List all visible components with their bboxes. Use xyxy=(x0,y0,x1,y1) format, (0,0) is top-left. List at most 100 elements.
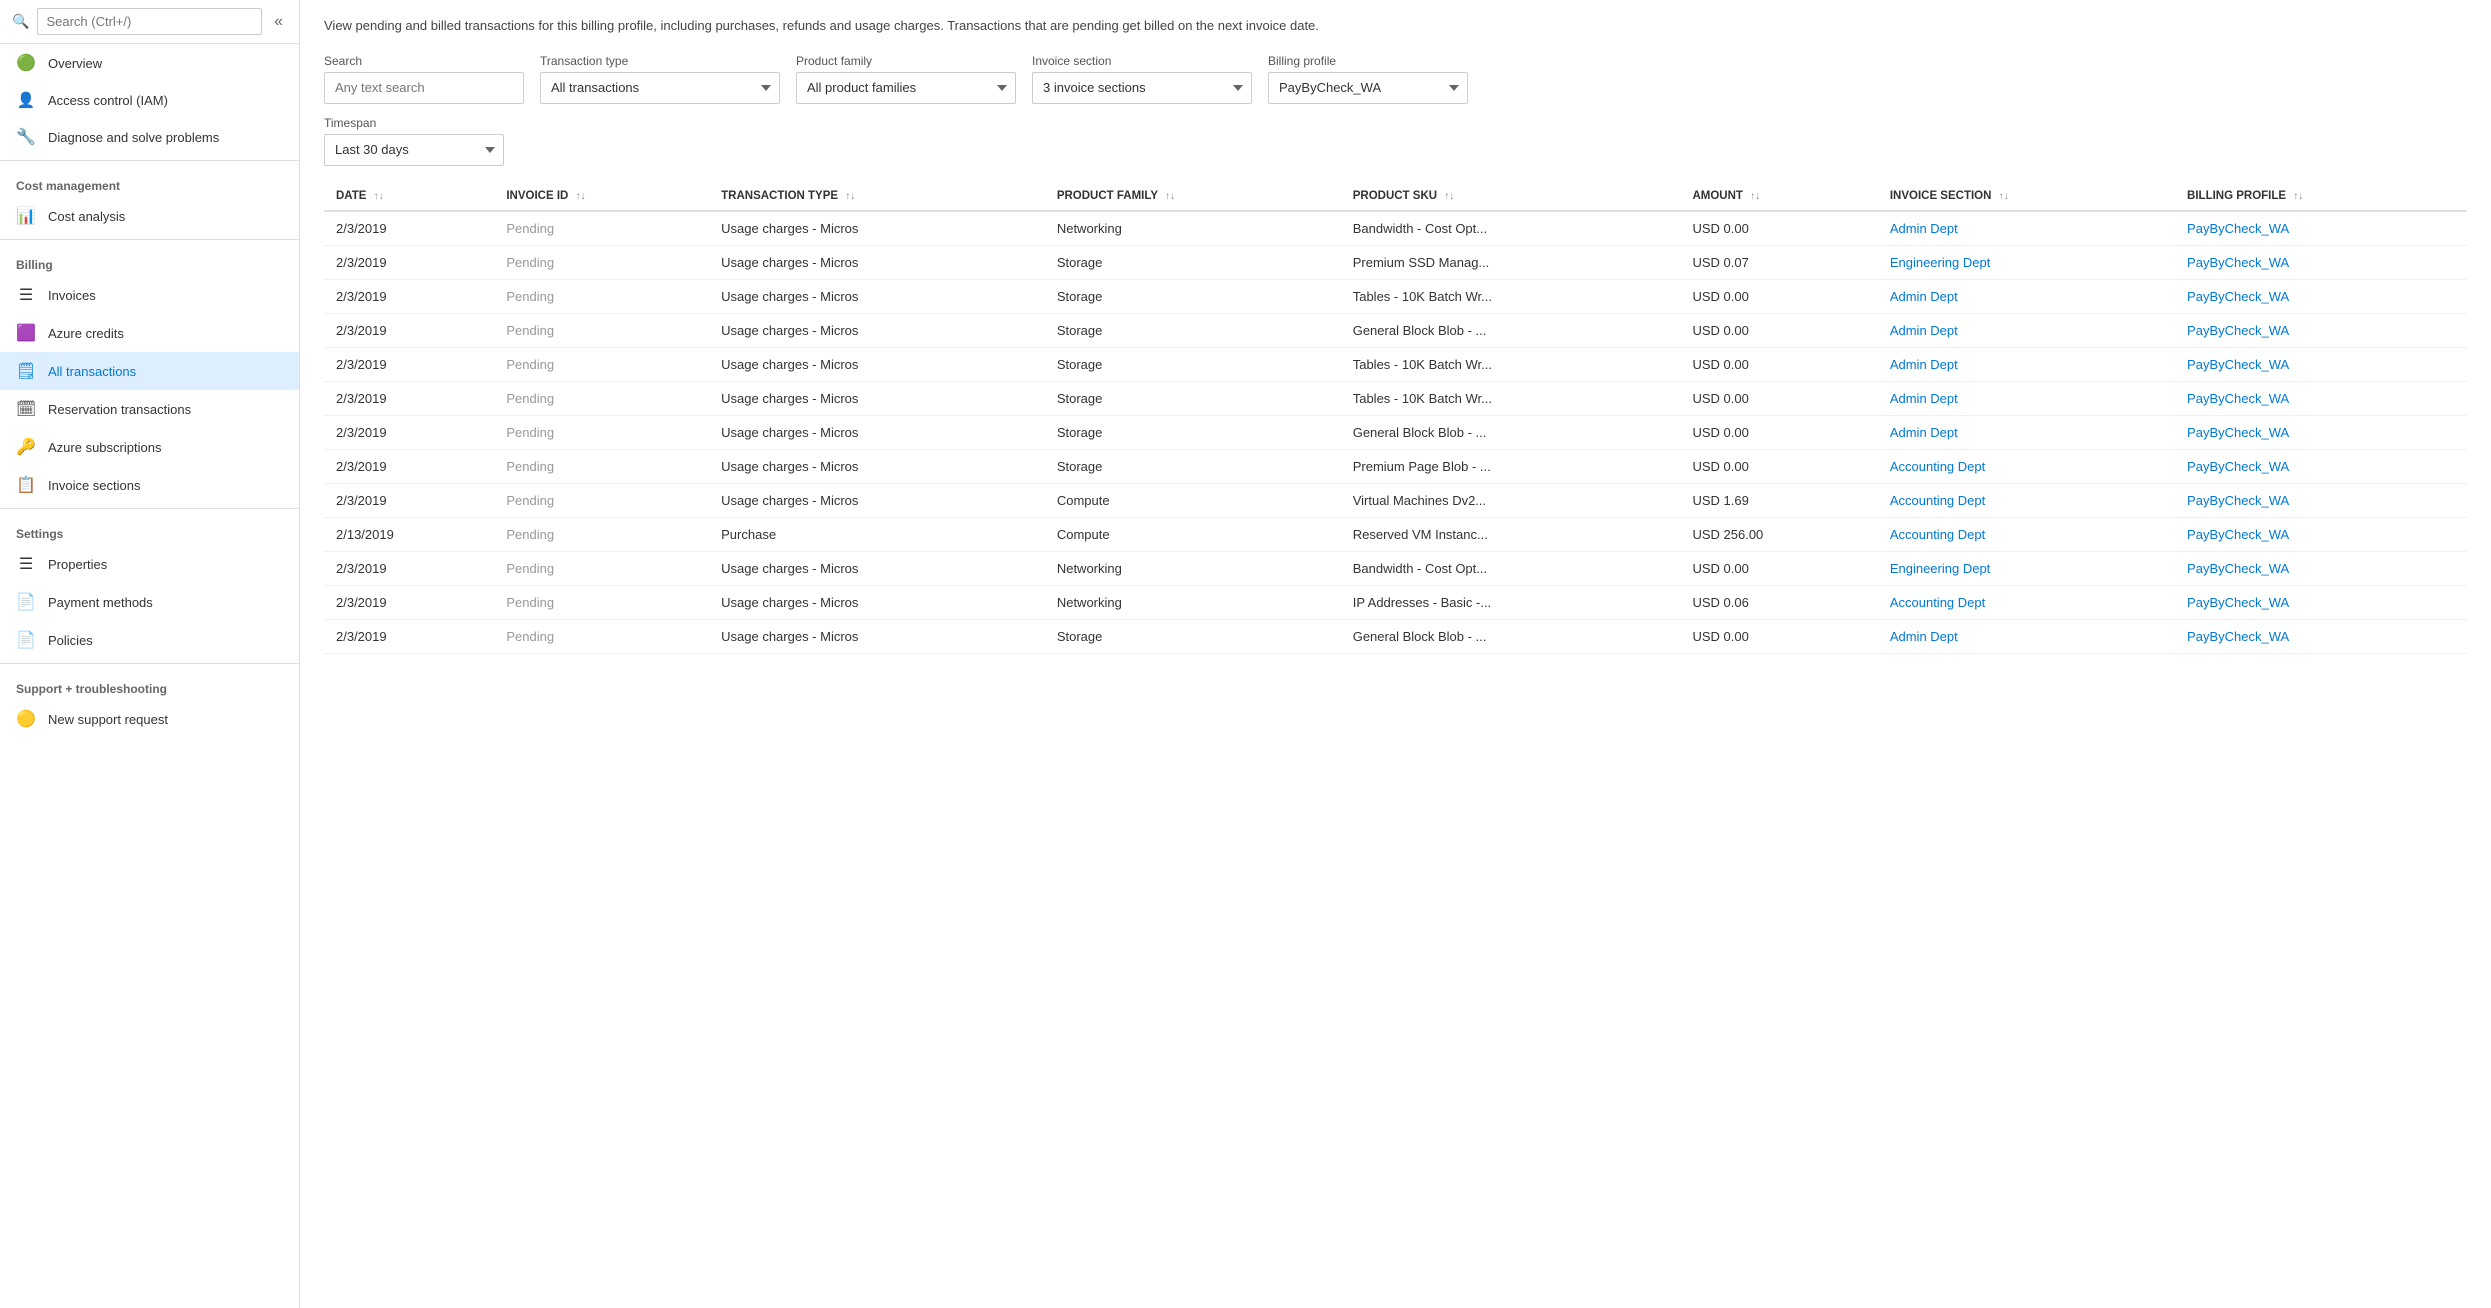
cell-amount: USD 0.00 xyxy=(1680,619,1877,653)
cell-invoice-section[interactable]: Engineering Dept xyxy=(1878,551,2175,585)
transaction-type-select[interactable]: All transactions Usage charges Purchase … xyxy=(540,72,780,104)
billing-profile-select[interactable]: PayByCheck_WA xyxy=(1268,72,1468,104)
cell-billing-profile[interactable]: PayByCheck_WA xyxy=(2175,483,2467,517)
cell-billing-profile[interactable]: PayByCheck_WA xyxy=(2175,551,2467,585)
search-icon: 🔍 xyxy=(12,13,29,30)
cell-product-family: Storage xyxy=(1045,619,1341,653)
sidebar-item-azure-credits[interactable]: 🟪 Azure credits xyxy=(0,314,299,352)
cell-invoice-section[interactable]: Engineering Dept xyxy=(1878,245,2175,279)
sidebar-item-payment-methods[interactable]: 📄 Payment methods xyxy=(0,583,299,621)
cell-billing-profile[interactable]: PayByCheck_WA xyxy=(2175,245,2467,279)
sidebar-item-diagnose[interactable]: 🔧 Diagnose and solve problems xyxy=(0,118,299,156)
properties-icon: ☰ xyxy=(16,554,36,574)
transaction-type-sort-icon: ↑↓ xyxy=(845,191,855,202)
reservation-transactions-icon: 🗓 xyxy=(16,399,36,419)
sidebar-item-new-support[interactable]: 🟡 New support request xyxy=(0,700,299,738)
col-invoice-section[interactable]: INVOICE SECTION ↑↓ xyxy=(1878,182,2175,211)
col-billing-profile[interactable]: BILLING PROFILE ↑↓ xyxy=(2175,182,2467,211)
timespan-filter-group: Timespan Last 30 days Last 7 days Last 9… xyxy=(324,116,504,166)
cell-product-family: Networking xyxy=(1045,551,1341,585)
policies-icon: 📄 xyxy=(16,630,36,650)
cell-billing-profile[interactable]: PayByCheck_WA xyxy=(2175,517,2467,551)
cell-billing-profile[interactable]: PayByCheck_WA xyxy=(2175,313,2467,347)
cell-invoice-section[interactable]: Admin Dept xyxy=(1878,415,2175,449)
cell-billing-profile[interactable]: PayByCheck_WA xyxy=(2175,415,2467,449)
cell-invoice-section[interactable]: Accounting Dept xyxy=(1878,449,2175,483)
cell-invoice-section[interactable]: Admin Dept xyxy=(1878,211,2175,246)
sidebar-item-overview[interactable]: 🟢 Overview xyxy=(0,44,299,82)
col-invoice-id[interactable]: INVOICE ID ↑↓ xyxy=(494,182,709,211)
sidebar-item-properties[interactable]: ☰ Properties xyxy=(0,545,299,583)
cell-invoice-id: Pending xyxy=(494,381,709,415)
col-product-family[interactable]: PRODUCT FAMILY ↑↓ xyxy=(1045,182,1341,211)
transactions-table: DATE ↑↓ INVOICE ID ↑↓ TRANSACTION TYPE ↑… xyxy=(324,182,2467,654)
cell-date: 2/13/2019 xyxy=(324,517,494,551)
cell-amount: USD 0.00 xyxy=(1680,449,1877,483)
search-filter-input[interactable] xyxy=(324,72,524,104)
cell-invoice-section[interactable]: Accounting Dept xyxy=(1878,517,2175,551)
invoice-section-filter-group: Invoice section 3 invoice sections Admin… xyxy=(1032,54,1252,104)
cell-invoice-section[interactable]: Admin Dept xyxy=(1878,347,2175,381)
cell-billing-profile[interactable]: PayByCheck_WA xyxy=(2175,347,2467,381)
cell-product-sku: Reserved VM Instanc... xyxy=(1341,517,1681,551)
sidebar-item-label: Policies xyxy=(48,633,93,648)
cell-invoice-section[interactable]: Accounting Dept xyxy=(1878,483,2175,517)
table-row: 2/3/2019 Pending Usage charges - Micros … xyxy=(324,449,2467,483)
table-row: 2/3/2019 Pending Usage charges - Micros … xyxy=(324,551,2467,585)
sidebar-item-invoices[interactable]: ☰ Invoices xyxy=(0,276,299,314)
date-sort-icon: ↑↓ xyxy=(374,191,384,202)
invoice-section-select[interactable]: 3 invoice sections Admin Dept Engineerin… xyxy=(1032,72,1252,104)
sidebar-item-cost-analysis[interactable]: 📊 Cost analysis xyxy=(0,197,299,235)
cell-billing-profile[interactable]: PayByCheck_WA xyxy=(2175,211,2467,246)
table-row: 2/3/2019 Pending Usage charges - Micros … xyxy=(324,483,2467,517)
cell-invoice-id: Pending xyxy=(494,585,709,619)
col-product-sku[interactable]: PRODUCT SKU ↑↓ xyxy=(1341,182,1681,211)
cost-analysis-icon: 📊 xyxy=(16,206,36,226)
new-support-icon: 🟡 xyxy=(16,709,36,729)
sidebar-item-label: Access control (IAM) xyxy=(48,93,168,108)
cell-invoice-section[interactable]: Admin Dept xyxy=(1878,381,2175,415)
cell-amount: USD 0.00 xyxy=(1680,415,1877,449)
product-sku-sort-icon: ↑↓ xyxy=(1444,191,1454,202)
sidebar-item-access-control[interactable]: 👤 Access control (IAM) xyxy=(0,82,299,118)
cell-product-sku: IP Addresses - Basic -... xyxy=(1341,585,1681,619)
col-amount[interactable]: AMOUNT ↑↓ xyxy=(1680,182,1877,211)
cell-billing-profile[interactable]: PayByCheck_WA xyxy=(2175,585,2467,619)
product-family-select[interactable]: All product families Compute Storage Net… xyxy=(796,72,1016,104)
cell-amount: USD 0.00 xyxy=(1680,313,1877,347)
search-input[interactable] xyxy=(37,8,262,35)
collapse-button[interactable]: « xyxy=(270,13,287,31)
sidebar-item-policies[interactable]: 📄 Policies xyxy=(0,621,299,659)
sidebar-item-azure-subscriptions[interactable]: 🔑 Azure subscriptions xyxy=(0,428,299,466)
sidebar-item-label: Overview xyxy=(48,56,102,71)
cell-billing-profile[interactable]: PayByCheck_WA xyxy=(2175,279,2467,313)
invoice-id-sort-icon: ↑↓ xyxy=(576,191,586,202)
cell-invoice-section[interactable]: Admin Dept xyxy=(1878,619,2175,653)
support-section-label: Support + troubleshooting xyxy=(0,668,299,700)
cell-product-family: Storage xyxy=(1045,245,1341,279)
cell-invoice-section[interactable]: Accounting Dept xyxy=(1878,585,2175,619)
cell-amount: USD 256.00 xyxy=(1680,517,1877,551)
cell-billing-profile[interactable]: PayByCheck_WA xyxy=(2175,381,2467,415)
sidebar-item-all-transactions[interactable]: 🗒 All transactions xyxy=(0,352,299,390)
cell-product-family: Storage xyxy=(1045,313,1341,347)
main-panel: View pending and billed transactions for… xyxy=(300,0,2491,1308)
cell-invoice-section[interactable]: Admin Dept xyxy=(1878,313,2175,347)
cell-billing-profile[interactable]: PayByCheck_WA xyxy=(2175,449,2467,483)
sidebar-item-label: Reservation transactions xyxy=(48,402,191,417)
cell-transaction-type: Usage charges - Micros xyxy=(709,245,1045,279)
cell-date: 2/3/2019 xyxy=(324,415,494,449)
col-date[interactable]: DATE ↑↓ xyxy=(324,182,494,211)
sidebar-item-invoice-sections[interactable]: 📋 Invoice sections xyxy=(0,466,299,504)
cell-product-sku: General Block Blob - ... xyxy=(1341,619,1681,653)
cell-invoice-id: Pending xyxy=(494,245,709,279)
sidebar-item-reservation-transactions[interactable]: 🗓 Reservation transactions xyxy=(0,390,299,428)
cell-amount: USD 0.06 xyxy=(1680,585,1877,619)
cell-product-family: Networking xyxy=(1045,211,1341,246)
cell-invoice-section[interactable]: Admin Dept xyxy=(1878,279,2175,313)
timespan-select[interactable]: Last 30 days Last 7 days Last 90 days Cu… xyxy=(324,134,504,166)
col-transaction-type[interactable]: TRANSACTION TYPE ↑↓ xyxy=(709,182,1045,211)
cell-transaction-type: Usage charges - Micros xyxy=(709,449,1045,483)
main-content: View pending and billed transactions for… xyxy=(300,0,2491,1308)
cell-billing-profile[interactable]: PayByCheck_WA xyxy=(2175,619,2467,653)
